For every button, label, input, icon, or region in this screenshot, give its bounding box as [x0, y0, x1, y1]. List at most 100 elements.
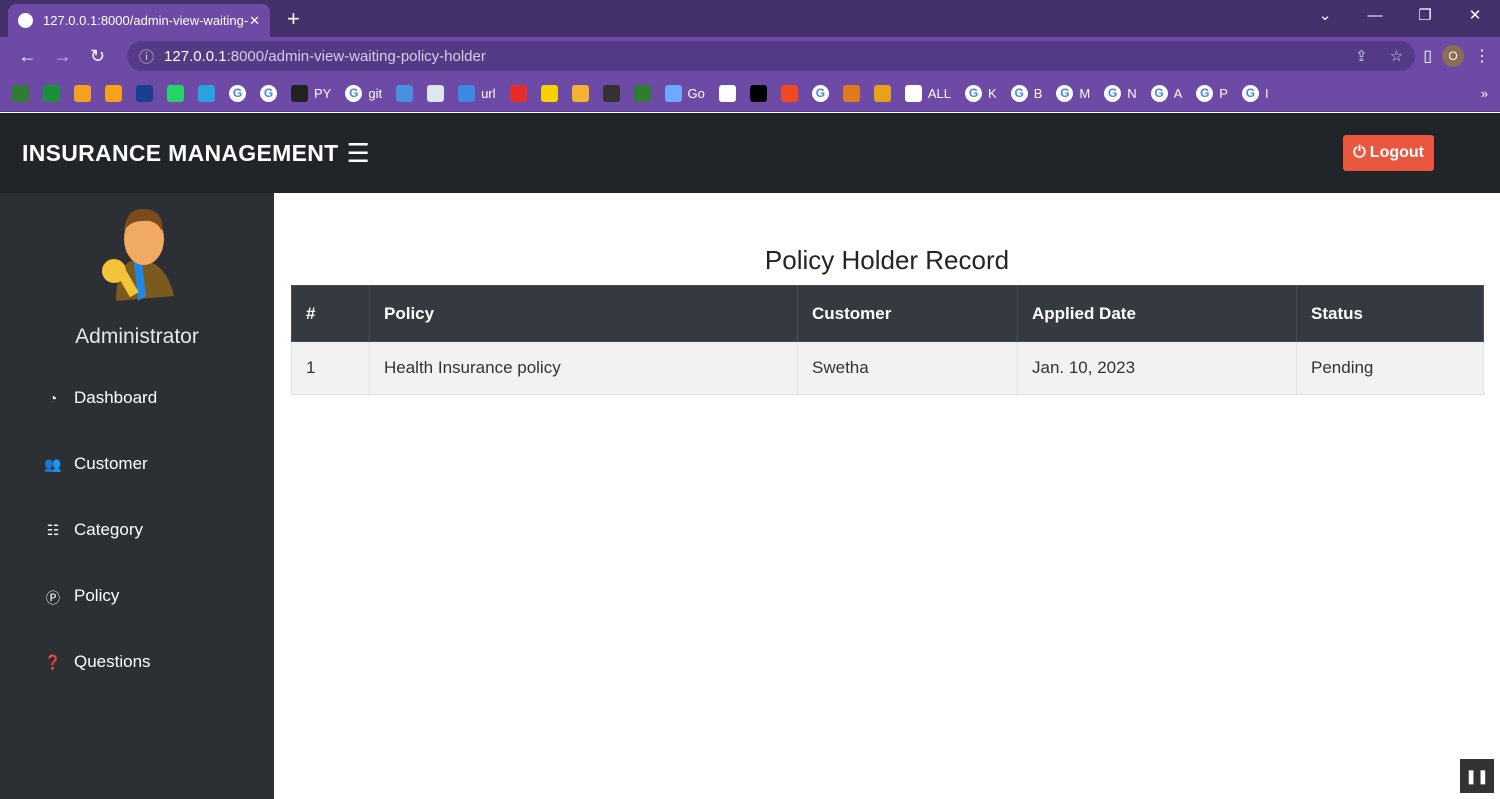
restore-button[interactable]: ❐: [1400, 0, 1450, 32]
new-tab-button[interactable]: +: [287, 6, 300, 32]
logout-button[interactable]: ⏻ Logout: [1343, 135, 1434, 171]
url-host: 127.0.0.1: [164, 47, 227, 65]
bookmark-favicon-icon: [749, 84, 767, 102]
policy-p-icon: Ⓟ: [46, 590, 60, 606]
bookmark-item[interactable]: [167, 84, 184, 102]
bookmark-favicon-icon: [540, 84, 558, 102]
page-title: Policy Holder Record: [764, 245, 1010, 275]
bookmark-item[interactable]: GP: [1196, 84, 1228, 102]
bookmark-item[interactable]: [105, 84, 122, 102]
bookmark-favicon-icon: [458, 84, 476, 102]
more-bookmarks-icon[interactable]: »: [1481, 86, 1488, 101]
bookmark-item[interactable]: [74, 84, 91, 102]
bookmark-favicon-icon: [396, 84, 414, 102]
star-icon[interactable]: ☆: [1390, 47, 1403, 65]
bookmark-item[interactable]: [12, 84, 29, 102]
tab-title: 127.0.0.1:8000/admin-view-waiting-policy…: [43, 13, 250, 28]
bookmark-favicon-icon: [664, 84, 682, 102]
google-icon: G: [1241, 84, 1259, 102]
url-path: :8000/admin-view-waiting-policy-holder: [226, 47, 486, 65]
bookmark-item[interactable]: [540, 84, 558, 102]
bookmark-item[interactable]: GN: [1104, 84, 1137, 102]
bookmark-item[interactable]: [749, 84, 767, 102]
bookmark-item[interactable]: Ggit: [345, 84, 382, 102]
share-icon[interactable]: ⇪: [1355, 47, 1368, 65]
column-header-number: #: [291, 285, 370, 342]
hamburger-icon[interactable]: ☰: [347, 138, 370, 169]
bookmark-item[interactable]: [396, 84, 414, 102]
bookmark-favicon-icon: [198, 84, 215, 102]
profile-avatar[interactable]: O: [1442, 45, 1464, 67]
close-window-button[interactable]: ✕: [1450, 0, 1500, 32]
bookmark-item[interactable]: [427, 84, 445, 102]
policy-holder-table: # Policy Customer Applied Date Status 1 …: [291, 285, 1484, 395]
bookmark-favicon-icon: [718, 84, 736, 102]
users-icon: 👥: [44, 456, 62, 472]
browser-tab[interactable]: 127.0.0.1:8000/admin-view-waiting-policy…: [8, 4, 270, 37]
bookmark-favicon-icon: [167, 84, 184, 102]
browser-toolbar: ← → ↻ ⓘ 127.0.0.1:8000/admin-view-waitin…: [0, 37, 1500, 75]
address-bar[interactable]: ⓘ 127.0.0.1:8000/admin-view-waiting-poli…: [127, 41, 1416, 71]
bookmark-item[interactable]: url: [458, 84, 496, 102]
list-icon: ☷: [46, 522, 60, 538]
bookmark-item[interactable]: GA: [1150, 84, 1182, 102]
google-icon: G: [1196, 84, 1214, 102]
bookmark-item[interactable]: [43, 84, 60, 102]
brand-title: INSURANCE MANAGEMENT: [22, 139, 339, 166]
bookmark-item[interactable]: GI: [1241, 84, 1269, 102]
bookmark-favicon-icon: [136, 84, 153, 102]
back-button[interactable]: ←: [10, 46, 45, 67]
app-header: INSURANCE MANAGEMENT ☰ ⏻ Logout: [0, 113, 1500, 193]
sidebar-item-questions[interactable]: ❓ Questions: [0, 629, 274, 695]
browser-tab-strip: 127.0.0.1:8000/admin-view-waiting-policy…: [0, 0, 1500, 37]
sidebar-item-dashboard[interactable]: ◔ Dashboard: [0, 365, 274, 431]
sidebar-item-customer[interactable]: 👥 Customer: [0, 431, 274, 497]
bookmark-item[interactable]: GM: [1056, 84, 1090, 102]
bookmark-item[interactable]: [633, 84, 651, 102]
bookmark-favicon-icon: [12, 84, 29, 102]
pause-icon[interactable]: ❚❚: [1460, 759, 1494, 793]
cell-customer: Swetha: [797, 341, 1018, 395]
column-header-status: Status: [1296, 285, 1484, 342]
bookmark-item[interactable]: [873, 84, 891, 102]
bookmark-item[interactable]: [602, 84, 620, 102]
menu-icon[interactable]: ⋮: [1474, 46, 1490, 66]
google-icon: G: [260, 84, 277, 102]
bookmark-item[interactable]: G: [811, 84, 829, 102]
google-icon: G: [1010, 84, 1028, 102]
bookmark-item[interactable]: G: [260, 84, 277, 102]
google-icon: G: [811, 84, 829, 102]
bookmark-item[interactable]: [780, 84, 798, 102]
bookmark-item[interactable]: PY: [291, 84, 331, 102]
side-panel-icon[interactable]: ▯: [1423, 46, 1432, 66]
bookmark-favicon-icon: [633, 84, 651, 102]
minimize-button[interactable]: —: [1350, 0, 1400, 32]
bookmark-item[interactable]: [136, 84, 153, 102]
bookmark-favicon-icon: [509, 84, 527, 102]
reload-button[interactable]: ↻: [80, 46, 115, 67]
bookmark-item[interactable]: [842, 84, 860, 102]
bookmark-item[interactable]: [198, 84, 215, 102]
bookmark-item[interactable]: [509, 84, 527, 102]
bookmark-favicon-icon: [873, 84, 891, 102]
bookmark-item[interactable]: ALL: [904, 84, 951, 102]
bookmark-item[interactable]: GK: [965, 84, 997, 102]
forward-button[interactable]: →: [45, 46, 80, 67]
bookmark-item[interactable]: GB: [1010, 84, 1042, 102]
question-circle-icon: ❓: [44, 654, 62, 670]
google-icon: G: [965, 84, 983, 102]
tab-search-icon[interactable]: ⌄: [1300, 0, 1350, 32]
sidebar-item-policy[interactable]: Ⓟ Policy: [0, 563, 274, 629]
bookmark-item[interactable]: [718, 84, 736, 102]
bookmark-item[interactable]: Go: [664, 84, 705, 102]
close-tab-icon[interactable]: ✕: [249, 13, 260, 29]
column-header-customer: Customer: [797, 285, 1018, 342]
logout-label: Logout: [1369, 144, 1424, 161]
sidebar-item-label: Category: [74, 520, 143, 539]
sidebar-item-category[interactable]: ☷ Category: [0, 497, 274, 563]
bookmark-item[interactable]: G: [229, 84, 246, 102]
bookmark-item[interactable]: [571, 84, 589, 102]
bookmark-label: I: [1264, 85, 1269, 101]
google-icon: G: [345, 84, 363, 102]
sidebar-item-label: Questions: [74, 652, 151, 671]
